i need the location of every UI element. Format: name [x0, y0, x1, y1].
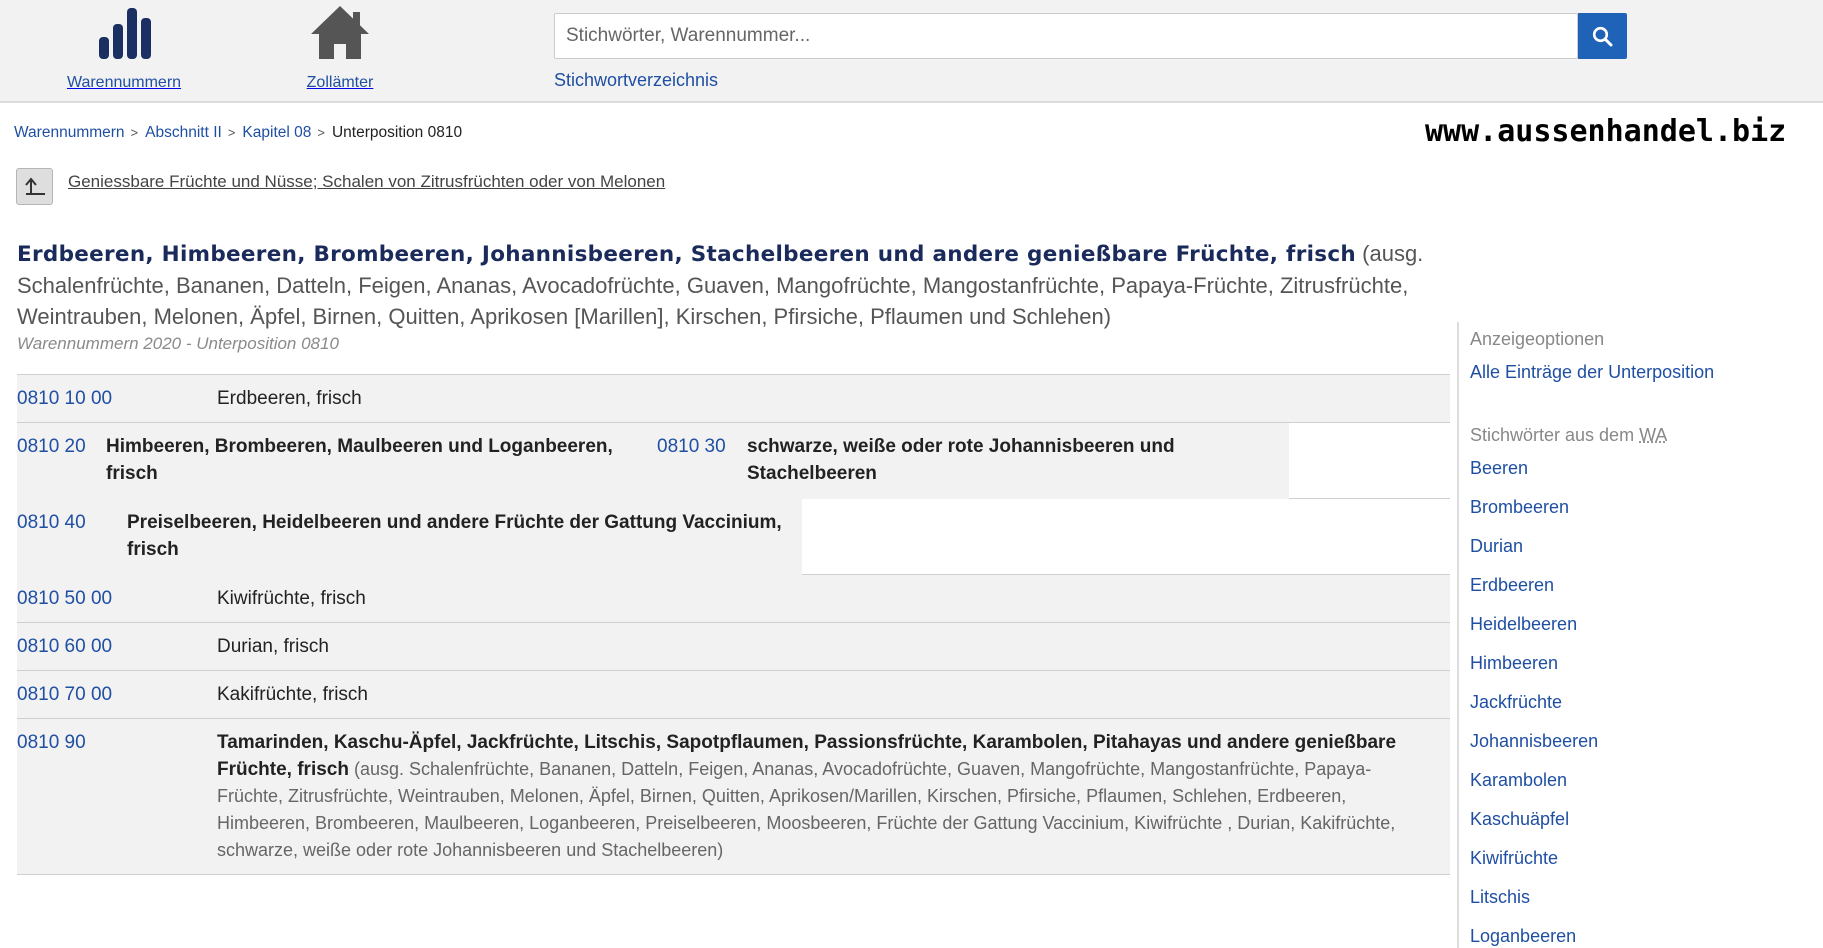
keyword-link[interactable]: Erdbeeren	[1470, 575, 1554, 596]
bar-chart-icon	[99, 8, 151, 59]
keyword-link[interactable]: Johannisbeeren	[1470, 731, 1598, 752]
table-row: 0810 60 00 Durian, frisch	[17, 623, 1450, 671]
table-row: 0810 20 Himbeeren, Brombeeren, Maulbeere…	[17, 423, 1450, 499]
tariff-description: Kiwifrüchte, frisch	[217, 588, 366, 609]
tariff-description: Himbeeren, Brombeeren, Maulbeeren und Lo…	[106, 436, 613, 484]
tariff-description: Durian, frisch	[217, 636, 329, 657]
level-up-button[interactable]	[16, 168, 53, 205]
tariff-description: Erdbeeren, frisch	[217, 388, 362, 409]
search-button[interactable]	[1578, 13, 1627, 59]
breadcrumb-item-warennummern[interactable]: Warennummern	[14, 124, 125, 141]
keyword-link[interactable]: Litschis	[1470, 887, 1530, 908]
nav-zollaemter-label: Zollämter	[306, 74, 374, 91]
keyword-link[interactable]: Durian	[1470, 536, 1523, 557]
tariff-code-link[interactable]: 0810 30	[657, 433, 726, 460]
breadcrumb: Warennummern > Abschnitt II > Kapitel 08 > Unt…	[14, 124, 462, 142]
table-cell-group: 0810 20 Himbeeren, Brombeeren, Maulbeere…	[17, 423, 1289, 499]
stichwortverzeichnis-link[interactable]: Stichwortverzeichnis	[554, 70, 718, 91]
table-row: 0810 70 00 Kakifrüchte, frisch	[17, 671, 1450, 719]
house-icon	[311, 6, 369, 59]
display-options-heading: Anzeigeoptionen	[1470, 329, 1605, 349]
nav-warennummern-label: Warennummern	[66, 74, 182, 91]
search-input[interactable]	[554, 13, 1578, 59]
breadcrumb-item-abschnitt[interactable]: Abschnitt II	[145, 124, 222, 141]
table-row: 0810 90 Tamarinden, Kaschu-Äpfel, Jackfr…	[17, 719, 1450, 875]
table-row: 0810 40 Preiselbeeren, Heidelbeeren und …	[17, 499, 1450, 575]
tariff-code-link[interactable]: 0810 90	[17, 729, 86, 756]
tariff-code-link[interactable]: 0810 40	[17, 509, 86, 536]
keyword-link[interactable]: Kaschuäpfel	[1470, 809, 1569, 830]
tariff-code-link[interactable]: 0810 60 00	[17, 633, 112, 660]
nav-zollaemter[interactable]: Zollämter	[250, 0, 430, 100]
page-title-main: Erdbeeren, Himbeeren, Brombeeren, Johann…	[17, 242, 1357, 267]
tariff-description: Kakifrüchte, frisch	[217, 684, 368, 705]
breadcrumb-item-kapitel[interactable]: Kapitel 08	[242, 124, 311, 141]
keyword-link[interactable]: Beeren	[1470, 458, 1528, 479]
tariff-description: Tamarinden, Kaschu-Äpfel, Jackfrüchte, L…	[217, 729, 1432, 864]
tariff-table: 0810 10 00 Erdbeeren, frisch 0810 20 Him…	[17, 374, 1450, 875]
parent-position-link[interactable]: Geniessbare Früchte und Nüsse; Schalen v…	[68, 172, 665, 192]
breadcrumb-separator: >	[130, 125, 139, 140]
keyword-link[interactable]: Jackfrüchte	[1470, 692, 1562, 713]
table-row: 0810 50 00 Kiwifrüchte, frisch	[17, 575, 1450, 623]
breadcrumb-separator: >	[317, 125, 325, 140]
tariff-description-exclusions: (ausg. Schalenfrüchte, Bananen, Datteln,…	[217, 759, 1396, 860]
tariff-description: Preiselbeeren, Heidelbeeren und andere F…	[127, 512, 782, 560]
tariff-description: schwarze, weiße oder rote Johannisbeeren…	[747, 436, 1175, 484]
breadcrumb-separator: >	[227, 125, 236, 140]
tariff-code-link[interactable]: 0810 50 00	[17, 585, 112, 612]
all-entries-link[interactable]: Alle Einträge der Unterposition	[1470, 362, 1714, 383]
keyword-link[interactable]: Himbeeren	[1470, 653, 1558, 674]
keyword-link[interactable]: Karambolen	[1470, 770, 1567, 791]
keywords-heading-text: Stichwörter aus dem	[1470, 425, 1640, 445]
keywords-heading: Stichwörter aus dem WA	[1470, 425, 1667, 446]
tariff-code-link[interactable]: 0810 20	[17, 433, 86, 460]
table-row: 0810 10 00 Erdbeeren, frisch	[17, 375, 1450, 423]
top-navigation-bar: Warennummern Zollämter Stichwortverzeich…	[0, 0, 1823, 103]
keyword-link[interactable]: Kiwifrüchte	[1470, 848, 1558, 869]
keywords-heading-abbr: WA	[1639, 425, 1668, 445]
watermark: www.aussenhandel.biz	[1425, 114, 1787, 149]
page-title: Erdbeeren, Himbeeren, Brombeeren, Johann…	[17, 238, 1447, 332]
search-bar	[554, 13, 1627, 59]
tariff-code-link[interactable]: 0810 10 00	[17, 385, 112, 412]
nav-warennummern[interactable]: Warennummern	[34, 0, 214, 100]
keyword-link[interactable]: Loganbeeren	[1470, 926, 1576, 947]
right-sidebar: Anzeigeoptionen Alle Einträge der Unterp…	[1457, 322, 1823, 948]
page-subtitle: Warennummern 2020 - Unterposition 0810	[17, 334, 339, 353]
search-icon	[1592, 26, 1613, 47]
level-up-icon	[25, 177, 45, 195]
keyword-link[interactable]: Brombeeren	[1470, 497, 1569, 518]
keyword-link[interactable]: Heidelbeeren	[1470, 614, 1577, 635]
breadcrumb-current: Unterposition 0810	[331, 124, 463, 141]
tariff-code-link[interactable]: 0810 70 00	[17, 681, 112, 708]
table-cell-group: 0810 40 Preiselbeeren, Heidelbeeren und …	[17, 499, 802, 575]
